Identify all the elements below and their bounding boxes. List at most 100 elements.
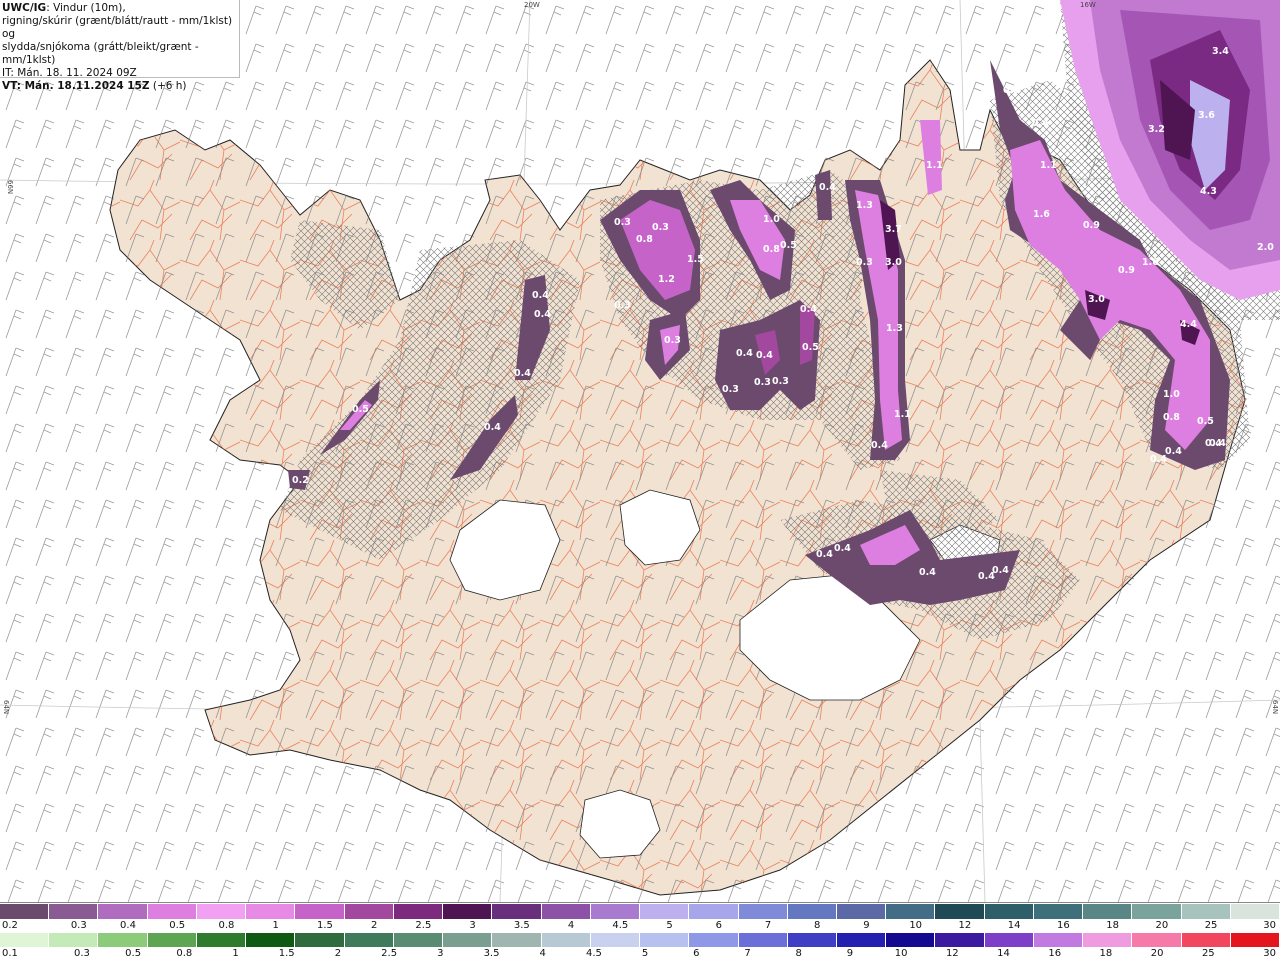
color-legend: 0.2 0.3 0.4 0.5 0.8 1 1.5 2 2.5 3 3.5 4 4.5 5 6 7 8 9 10 12… [0, 902, 1280, 961]
snow-legend-swatch [98, 904, 148, 919]
precip-value: 3.0 [1088, 294, 1105, 305]
forecast-map: 3.4 3.6 3.2 4.3 2.0 0.3 0.4 1.1 1.6 0.9 … [0, 0, 1280, 902]
lon-label-20w: 20W [524, 1, 540, 9]
precip-value: 0.3 [614, 217, 631, 228]
rain-legend-swatch [443, 933, 493, 947]
snow-legend-swatch [984, 904, 1034, 919]
precip-value: 3.6 [1198, 110, 1215, 121]
snow-legend-swatch [689, 904, 739, 919]
snow-legend-tick: 5 [666, 920, 673, 931]
rain-legend-tick: 9 [846, 948, 854, 959]
precip-value: 0.4 [1032, 118, 1049, 129]
rain-legend-tick: 1.5 [278, 948, 295, 959]
precip-value: 1.2 [658, 274, 675, 285]
precip-value: 0.4 [819, 182, 836, 193]
snow-scale-ticks: 0.2 0.3 0.4 0.5 0.8 1 1.5 2 2.5 3 3.5 4 4.5 5 6 7 8 9 10 12… [0, 920, 1280, 932]
precip-value: 0.5 [780, 240, 797, 251]
rain-legend-tick: 25 [1201, 948, 1215, 959]
snow-legend-swatch [344, 904, 394, 919]
snow-legend-tick: 0.4 [120, 920, 136, 931]
rain-legend-tick: 14 [997, 948, 1010, 959]
precip-value: 0.4 [532, 290, 549, 301]
precip-value: 0.4 [800, 304, 817, 315]
rain-legend-swatch [836, 933, 887, 947]
rain-legend-tick: 4 [539, 948, 546, 959]
snow-legend-swatch [886, 904, 936, 919]
precip-value: 0.2 [292, 475, 309, 486]
rain-legend-swatch [886, 933, 936, 947]
rain-color-scale [0, 933, 1280, 947]
rain-legend-swatch [640, 933, 690, 947]
snow-legend-tick: 4.5 [612, 920, 629, 931]
title-line-2: rigning/skúrir (grænt/blátt/rautt - mm/1… [2, 15, 233, 40]
snow-legend-swatch [1181, 904, 1231, 919]
precip-value: 0.3 [754, 377, 771, 388]
precip-value: 1.0 [1163, 389, 1180, 400]
rain-legend-tick: 5 [641, 948, 649, 959]
precip-value: 0.4 [484, 422, 501, 433]
snow-legend-tick: 10 [909, 920, 923, 931]
snow-legend-swatch [443, 904, 493, 919]
title-variable: : Vindur (10m), [46, 2, 126, 14]
precip-value: 0.9 [1083, 220, 1100, 231]
snow-legend-tick: 8 [814, 920, 821, 931]
rain-legend-swatch [787, 933, 837, 947]
precip-value: 1.0 [763, 214, 780, 225]
rain-legend-swatch [492, 933, 542, 947]
precip-value: 1.6 [1033, 209, 1050, 220]
rain-legend-tick: 3.5 [483, 948, 500, 959]
rain-legend-swatch [1132, 933, 1182, 947]
valid-time: VT: Mán. 18.11.2024 15Z [2, 80, 150, 92]
snow-legend-tick: 14 [1007, 920, 1021, 931]
rain-legend-swatch [738, 933, 788, 947]
precip-value: 0.3 [664, 335, 681, 346]
product-name: UWC/IG [2, 2, 47, 14]
precip-value: 0.4 [834, 543, 851, 554]
precip-value: 0.3 [856, 257, 873, 268]
snow-legend-swatch [295, 904, 345, 919]
title-line-3: slydda/snjókoma (grátt/bleikt/grænt - mm… [2, 41, 199, 66]
snow-legend-tick: 0.5 [169, 920, 186, 931]
rain-legend-tick: 0.8 [176, 948, 193, 959]
precip-value: 0.3 [722, 384, 739, 395]
precip-value: 0.9 [1118, 265, 1135, 276]
precip-value: 1.1 [926, 160, 943, 171]
snow-color-scale [0, 904, 1280, 919]
snow-legend-swatch [1230, 904, 1280, 919]
snow-legend-swatch [1132, 904, 1182, 919]
precip-value: 0.3 [1003, 85, 1020, 96]
rain-legend-swatch [1083, 933, 1133, 947]
snow-legend-tick: 25 [1204, 920, 1218, 931]
title-line-1: UWC/IG: Vindur (10m), [2, 2, 239, 15]
snow-legend-swatch [590, 904, 641, 919]
rain-legend-tick: 1 [232, 948, 239, 959]
rain-legend-swatch [1033, 933, 1084, 947]
rain-legend-tick: 7 [744, 948, 751, 959]
rain-legend-tick: 20 [1150, 948, 1164, 959]
snow-legend-tick: 3.5 [513, 920, 530, 931]
lat-label-64n-left: 64N [2, 700, 10, 714]
precip-value: 0.8 [1163, 412, 1180, 423]
lat-label-66n: 66N [6, 180, 14, 194]
forecast-offset: (+6 h) [149, 80, 187, 92]
precip-value: 0.3 [614, 300, 631, 311]
precip-value: 0.3 [772, 376, 789, 387]
precip-value: 0.3 [652, 222, 669, 233]
snow-legend-tick: 0.2 [2, 920, 18, 931]
snow-legend-tick: 9 [863, 920, 870, 931]
rain-scale-ticks: 0.1 0.3 0.5 0.8 1 1.5 2 2.5 3 3.5 4 4.5 5 6 7 8 9 10 12 14 1… [0, 948, 1280, 960]
snow-legend-swatch [541, 904, 591, 919]
lon-label-16w: 16W [1080, 1, 1096, 9]
snow-legend-swatch [1083, 904, 1133, 919]
rain-legend-swatch [590, 933, 641, 947]
rain-legend-tick: 0.5 [125, 948, 142, 959]
snow-legend-tick: 30 [1263, 920, 1276, 931]
precip-value: 3.7 [885, 224, 902, 235]
precip-value: 3.2 [1148, 124, 1165, 135]
snow-legend-tick: 0.8 [218, 920, 235, 931]
snow-legend-tick: 1.5 [316, 920, 333, 931]
rain-legend-swatch [196, 933, 247, 947]
snow-legend-swatch [738, 904, 788, 919]
precip-value: 1.1 [894, 409, 911, 420]
precip-value: 1.3 [886, 323, 903, 334]
